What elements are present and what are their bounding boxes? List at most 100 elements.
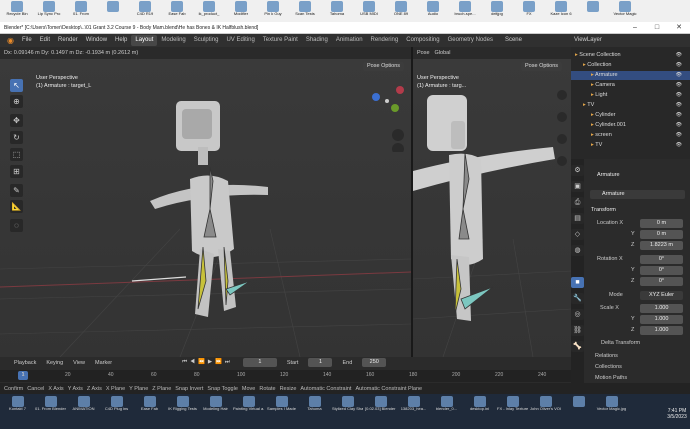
taskbar-item[interactable]: Modeling Hair [200, 396, 231, 426]
outliner-item[interactable]: ▸ Cylinder.001 👁 [571, 121, 690, 130]
desktop-icon[interactable]: Vector Magic [610, 1, 640, 21]
right-navigation-gizmo[interactable] [553, 87, 571, 177]
taskbar-item[interactable]: John Oliver's VOID.mp4 [530, 396, 561, 426]
visibility-eye-icon[interactable]: 👁 [676, 111, 682, 120]
outliner-item[interactable]: ▸ Collection 👁 [571, 61, 690, 70]
rotation-x-field[interactable]: 0° [640, 255, 683, 264]
outliner-item[interactable]: ▸ TV 👁 [571, 101, 690, 110]
viewlayer-selector[interactable]: ViewLayer [570, 34, 606, 47]
outliner-item[interactable]: ▸ Cylinder 👁 [571, 111, 690, 120]
desktop-icon[interactable]: C4D R19 [130, 1, 160, 21]
world-tab-icon[interactable]: ◍ [571, 245, 584, 256]
desktop-icon[interactable]: Recycle Bin [2, 1, 32, 21]
delta-transform-section[interactable]: Delta Transform [601, 339, 640, 348]
frame-ruler[interactable]: 1 1 20 40 60 80 100 120 140 160 180 200 220 240 [0, 370, 571, 382]
data-tab-icon[interactable]: 🦴 [571, 341, 584, 352]
visibility-eye-icon[interactable]: 👁 [676, 61, 682, 70]
menu-help[interactable]: Help [111, 34, 131, 47]
location-z-field[interactable]: 1.8223 m [640, 241, 683, 250]
outliner-panel[interactable]: ▸ Scene Collection 👁 ▸ Collection 👁 ▸ Armatu… [571, 47, 690, 159]
desktop-icon[interactable]: Pin k Guy [258, 1, 288, 21]
tab-shading[interactable]: Shading [302, 35, 332, 46]
constraint-tab-icon[interactable]: ⛓ [571, 325, 584, 336]
tool-tab-icon[interactable]: ⚙ [571, 165, 584, 176]
current-frame-field[interactable]: 1 [242, 358, 277, 367]
viewport-left[interactable]: Dx: 0.09146 m Dy: 0.1497 m Dz: -0.1934 m… [0, 47, 411, 357]
menu-edit[interactable]: Edit [36, 34, 54, 47]
taskbar-item[interactable]: Stylized Clay Shader [332, 396, 363, 426]
desktop-icon[interactable]: bruch-spe... [450, 1, 480, 21]
scale-z-field[interactable]: 1.000 [640, 326, 683, 335]
object-tab-icon[interactable]: ■ [571, 277, 584, 288]
desktop-icon[interactable]: Modifier [226, 1, 256, 21]
tab-uv-editing[interactable]: UV Editing [222, 35, 258, 46]
taskbar-item[interactable]: Samples I Made [266, 396, 297, 426]
taskbar-item[interactable]: blender_0... [431, 396, 462, 426]
visibility-eye-icon[interactable]: 👁 [676, 51, 682, 60]
taskbar-item[interactable]: 138203_hea... [398, 396, 429, 426]
visibility-eye-icon[interactable]: 👁 [676, 131, 682, 140]
tab-sculpting[interactable]: Sculpting [190, 35, 223, 46]
mode-dropdown[interactable]: Pose [417, 50, 430, 56]
taskbar-item[interactable]: FX - Inlay Texture - T... [497, 396, 528, 426]
physics-tab-icon[interactable]: ◎ [571, 309, 584, 320]
taskbar-item[interactable]: C4D Plug ins [101, 396, 132, 426]
playback-controls-icon[interactable]: ⏮◀⏪▶⏩⏭ [182, 359, 233, 366]
taskbar-item[interactable] [563, 396, 594, 426]
desktop-icon[interactable]: 01. From [66, 1, 96, 21]
taskbar-item[interactable]: Painting Virtual a... [233, 396, 264, 426]
view-menu[interactable]: View [73, 360, 85, 366]
visibility-eye-icon[interactable]: 👁 [676, 91, 682, 100]
desktop-icon[interactable]: Tahoma [322, 1, 352, 21]
taskbar-item[interactable]: Kontakt 7 [2, 396, 33, 426]
menu-file[interactable]: File [18, 34, 36, 47]
outliner-item[interactable]: ▸ Scene Collection 👁 [571, 51, 690, 60]
start-frame-field[interactable]: 1 [308, 358, 333, 367]
rotation-z-field[interactable]: 0° [640, 277, 683, 286]
system-clock[interactable]: 7:41 PM 3/5/2023 [664, 408, 690, 420]
menu-render[interactable]: Render [54, 34, 82, 47]
visibility-eye-icon[interactable]: 👁 [676, 81, 682, 90]
outliner-item[interactable]: ▸ screen 👁 [571, 131, 690, 140]
outliner-item[interactable]: ▸ TV 👁 [571, 141, 690, 150]
visibility-eye-icon[interactable]: 👁 [676, 71, 682, 80]
outliner-item[interactable]: ▸ Light 👁 [571, 91, 690, 100]
visibility-eye-icon[interactable]: 👁 [676, 141, 682, 150]
taskbar-item[interactable]: Vector Magic.jpg [596, 396, 627, 426]
taskbar-item[interactable]: Ease Fab [134, 396, 165, 426]
collections-section[interactable]: Collections [595, 363, 622, 372]
desktop-icon[interactable]: Lip Sync Pro [34, 1, 64, 21]
rotation-mode-dropdown[interactable]: XYZ Euler [640, 291, 683, 300]
desktop-icon[interactable]: Audio [418, 1, 448, 21]
object-name-field[interactable]: Armature [590, 190, 685, 199]
keying-menu[interactable]: Keying [46, 360, 63, 366]
location-y-field[interactable]: 0 m [640, 230, 683, 239]
desktop-icon[interactable]: ONE 89 [386, 1, 416, 21]
modifier-tab-icon[interactable]: 🔧 [571, 293, 584, 304]
view-layer-tab-icon[interactable]: ▤ [571, 213, 584, 224]
taskbar-item[interactable]: desktop.ini [464, 396, 495, 426]
relations-section[interactable]: Relations [595, 352, 618, 361]
desktop-icon[interactable]: USB MIDI [354, 1, 384, 21]
visibility-eye-icon[interactable]: 👁 [676, 121, 682, 130]
location-x-field[interactable]: 0 m [640, 219, 683, 228]
desktop-icon[interactable]: Ease Fab [162, 1, 192, 21]
properties-panel[interactable]: ⚙ ▣ ⎙ ▤ ◇ ◍ ■ 🔧 ◎ ⛓ 🦴 Armature Armature … [571, 159, 690, 387]
marker-menu[interactable]: Marker [95, 360, 112, 366]
tab-geometry-nodes[interactable]: Geometry Nodes [444, 35, 497, 46]
motion-paths-section[interactable]: Motion Paths [595, 374, 627, 383]
viewport-right[interactable]: Pose Global User Perspective (1) Armatur… [413, 47, 571, 357]
taskbar-item[interactable]: [0.02.03] Blender Tut... [365, 396, 396, 426]
maximize-icon[interactable]: □ [646, 22, 668, 34]
desktop-icon[interactable]: deltjpg [482, 1, 512, 21]
desktop-icon[interactable]: FX [514, 1, 544, 21]
desktop-icon[interactable]: Kaze Icon 6 [546, 1, 576, 21]
orientation-dropdown[interactable]: Global [435, 50, 451, 56]
scene-selector[interactable]: Scene [501, 34, 526, 47]
close-icon[interactable]: ✕ [668, 22, 690, 34]
taskbar-item[interactable]: Tahoma [299, 396, 330, 426]
outliner-item[interactable]: ▸ Camera 👁 [571, 81, 690, 90]
desktop-icon[interactable]: ik_product_ [194, 1, 224, 21]
tab-compositing[interactable]: Compositing [402, 35, 443, 46]
blender-logo-icon[interactable]: ◉ [3, 34, 18, 47]
